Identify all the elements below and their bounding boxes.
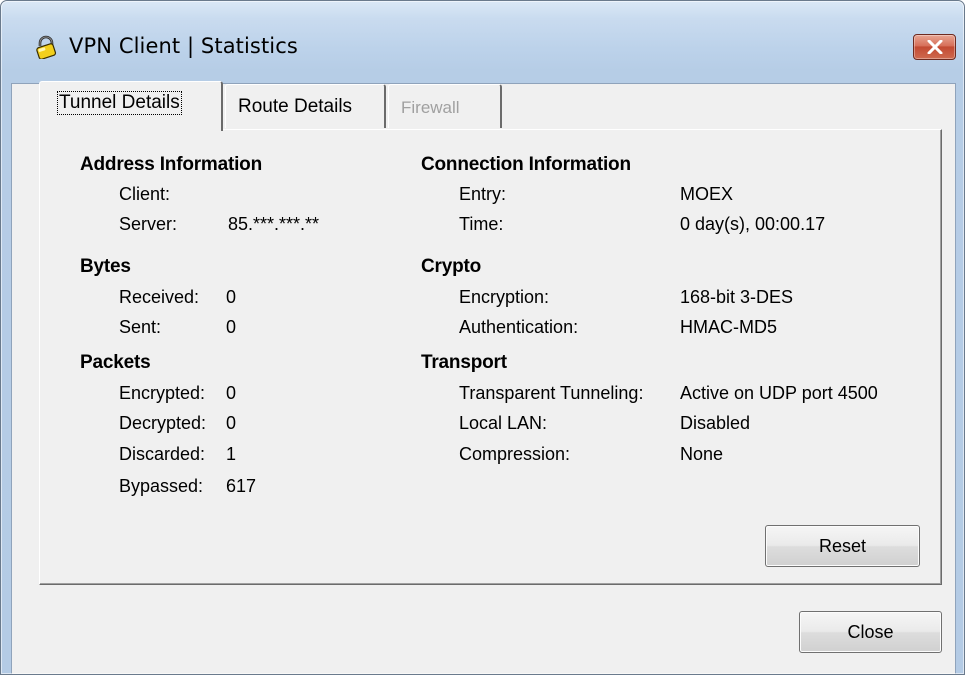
transparent-tunneling-label: Transparent Tunneling: [459,383,644,403]
address-information-heading: Address Information [80,154,262,175]
received-label: Received: [119,287,200,307]
sent-value: 0 [226,317,237,337]
title-bar[interactable]: VPN Client | Statistics [1,1,964,83]
crypto-heading: Crypto [421,256,482,277]
server-value: 85.***.***.** [228,214,320,234]
encryption-label: Encryption: [459,287,550,307]
bypassed-label: Bypassed: [119,476,204,496]
vpn-statistics-window: VPN Client | Statistics Tunnel Details R… [0,0,965,675]
transport-heading: Transport [421,352,507,373]
transparent-tunneling-value: Active on UDP port 4500 [680,383,878,403]
tab-label: Firewall [401,98,460,117]
bypassed-value: 617 [226,476,257,496]
time-label: Time: [459,214,504,234]
encrypted-label: Encrypted: [119,383,206,403]
tab-tunnel-details[interactable]: Tunnel Details [39,81,223,131]
decrypted-label: Decrypted: [119,413,207,433]
server-label: Server: [119,214,178,234]
encrypted-value: 0 [226,383,237,403]
compression-value: None [680,444,724,464]
tab-route-details[interactable]: Route Details [225,84,386,128]
sent-label: Sent: [119,317,162,337]
local-lan-label: Local LAN: [459,413,548,433]
close-button[interactable]: Close [799,611,942,653]
discarded-value: 1 [226,444,237,464]
packets-heading: Packets [80,352,151,373]
reset-button[interactable]: Reset [765,525,920,567]
padlock-icon [34,35,58,60]
window-title: VPN Client | Statistics [69,34,298,58]
entry-label: Entry: [459,184,507,204]
dialog-client-area: Tunnel Details Route Details Firewall Ad… [11,81,956,674]
tab-label: Tunnel Details [57,91,182,115]
client-label: Client: [119,184,171,204]
tab-label: Route Details [238,96,353,117]
bytes-heading: Bytes [80,256,131,277]
close-icon [927,40,943,54]
tab-firewall[interactable]: Firewall [388,84,502,128]
authentication-value: HMAC-MD5 [680,317,777,337]
discarded-label: Discarded: [119,444,206,464]
time-value: 0 day(s), 00:00.17 [680,214,826,234]
compression-label: Compression: [459,444,571,464]
tunnel-details-panel: Address Information Client: Server: 85.*… [39,129,942,585]
local-lan-value: Disabled [680,413,751,433]
decrypted-value: 0 [226,413,237,433]
connection-information-heading: Connection Information [421,154,631,175]
received-value: 0 [226,287,237,307]
encryption-value: 168-bit 3-DES [680,287,794,307]
close-window-button[interactable] [913,34,956,60]
authentication-label: Authentication: [459,317,579,337]
entry-value: MOEX [680,184,734,204]
